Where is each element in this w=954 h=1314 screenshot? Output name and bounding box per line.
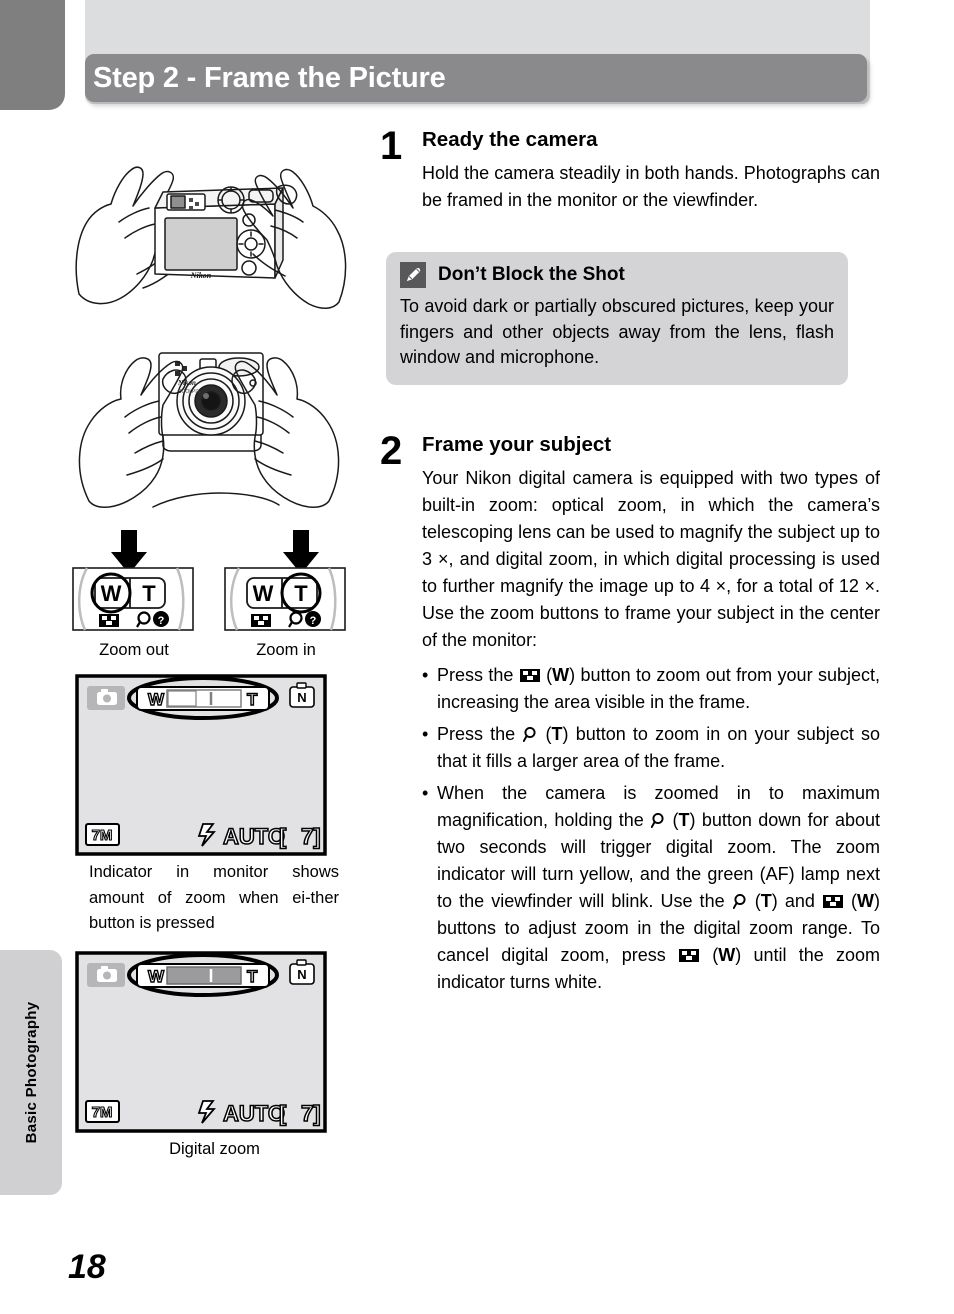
button-letter: W [552,664,570,685]
frames-remaining: 7] [301,1101,321,1126]
camera-mode-icon [87,962,125,987]
monitor-digital-caption: Digital zoom [169,1139,260,1158]
button-letter: T [551,723,563,744]
wide-angle-icon [679,943,700,962]
list-item: Press the (T) button to zoom in on your … [422,721,880,775]
tip-box-header: Don’t Block the Shot [400,262,834,288]
frames-bracket-left: [ [279,1101,287,1126]
svg-text:7M: 7M [92,827,113,844]
flash-mode-label: AUTO [223,1101,285,1126]
zoom-bar-w-label: W [148,690,165,709]
list-item: When the camera is zoomed in to maximum … [422,780,880,996]
svg-text:7M: 7M [92,1104,113,1121]
help-icon: ? [305,611,321,627]
zoom-out-button-figure: W T ? [72,530,194,631]
zoom-out-t-letter: T [142,581,156,606]
left-illustration-column: Nikon Nikon COOLPIX W T ? Zoom out W T ?… [63,126,363,1162]
step-2-number: 2 [380,428,403,473]
step-1: 1 Ready the camera Hold the camera stead… [380,126,880,214]
right-text-column: 1 Ready the camera Hold the camera stead… [380,126,880,1001]
manual-page: Step 2 - Frame the Picture Nikon Nikon C… [0,0,954,1314]
step-2-title: Frame your subject [422,432,612,456]
frames-remaining: 7] [301,824,321,849]
button-letter: T [760,890,772,911]
corner-tab-decoration [0,0,65,110]
camera-mode-icon [87,686,125,710]
zoom-instructions-list: Press the (W) button to zoom out from yo… [422,662,880,996]
flash-mode-label: AUTO [223,824,285,849]
zoom-in-caption: Zoom in [256,641,316,659]
tip-box-text: To avoid dark or partially obscured pict… [400,296,834,368]
wide-angle-icon [519,663,540,682]
battery-icon: N [289,958,315,985]
pencil-icon [400,262,426,288]
step-1-text: Hold the camera steadily in both hands. … [422,163,880,210]
zoom-bar-t-label: T [247,967,258,986]
zoom-bar-w-label: W [148,967,165,986]
monitor-optical-zoom-wrap: W T N 7M AUTO [ 7] Indicator in monitor … [75,674,363,937]
hands-holding-camera-rear-view-illustration: Nikon [75,166,347,309]
step-2: 2 Frame your subject Your Nikon digital … [380,431,880,1001]
tip-box-title: Don’t Block the Shot [438,264,625,285]
svg-text:?: ? [158,615,165,627]
zoom-in-button-figure: W T ? [224,530,346,631]
svg-text:Nikon: Nikon [190,271,212,280]
step-1-title: Ready the camera [422,128,598,151]
wide-angle-icon [99,614,119,627]
tip-box: Don’t Block the Shot To avoid dark or pa… [386,252,848,385]
page-header-bar: Step 2 - Frame the Picture [85,54,867,102]
svg-text:N: N [297,690,306,705]
zoom-in-w-letter: W [253,581,274,606]
help-icon: ? [153,611,169,627]
button-letter: W [718,944,736,965]
section-tab-label: Basic Photography [22,1001,40,1144]
wide-angle-icon [822,889,843,908]
magnifier-icon [732,890,747,909]
battery-icon: N [289,682,315,708]
zoom-button-diagrams: W T ? Zoom out W T ? Zoom in [69,528,363,660]
page-title: Step 2 - Frame the Picture [93,61,446,94]
hands-holding-camera-front-view-illustration: Nikon COOLPIX [78,352,340,508]
magnifier-icon [523,723,537,742]
magnifier-icon [651,809,665,828]
zoom-bar-t-label: T [247,690,258,709]
wide-angle-icon [251,614,271,627]
monitor-optical-zoom: W T N 7M AUTO [ 7] [75,674,327,856]
step-1-number: 1 [380,124,403,168]
button-letter: T [678,809,690,830]
zoom-in-t-letter: T [294,581,308,606]
zoom-in-diagram: W T ? Zoom in [221,528,351,660]
page-number: 18 [68,1248,106,1286]
zoom-out-caption: Zoom out [99,641,169,659]
zoom-out-diagram: W T ? Zoom out [69,528,199,660]
step-2-text: Your Nikon digital camera is equipped wi… [422,467,880,650]
button-letter: W [857,890,875,911]
image-size-indicator: 7M [85,823,120,846]
section-tab: Basic Photography [0,950,62,1195]
monitor-optical-caption: Indicator in monitor shows amount of zoo… [89,863,339,933]
list-item: Press the (W) button to zoom out from yo… [422,662,880,716]
frames-bracket-left: [ [279,824,287,849]
zoom-out-w-letter: W [101,581,122,606]
image-size-indicator: 7M [85,1099,120,1123]
monitor-digital-zoom-wrap: W T N 7M AUTO [ 7] Digital zoom [75,950,363,1163]
svg-text:N: N [297,967,306,982]
svg-text:?: ? [310,615,317,627]
monitor-digital-zoom: W T N 7M AUTO [ 7] [75,950,327,1133]
